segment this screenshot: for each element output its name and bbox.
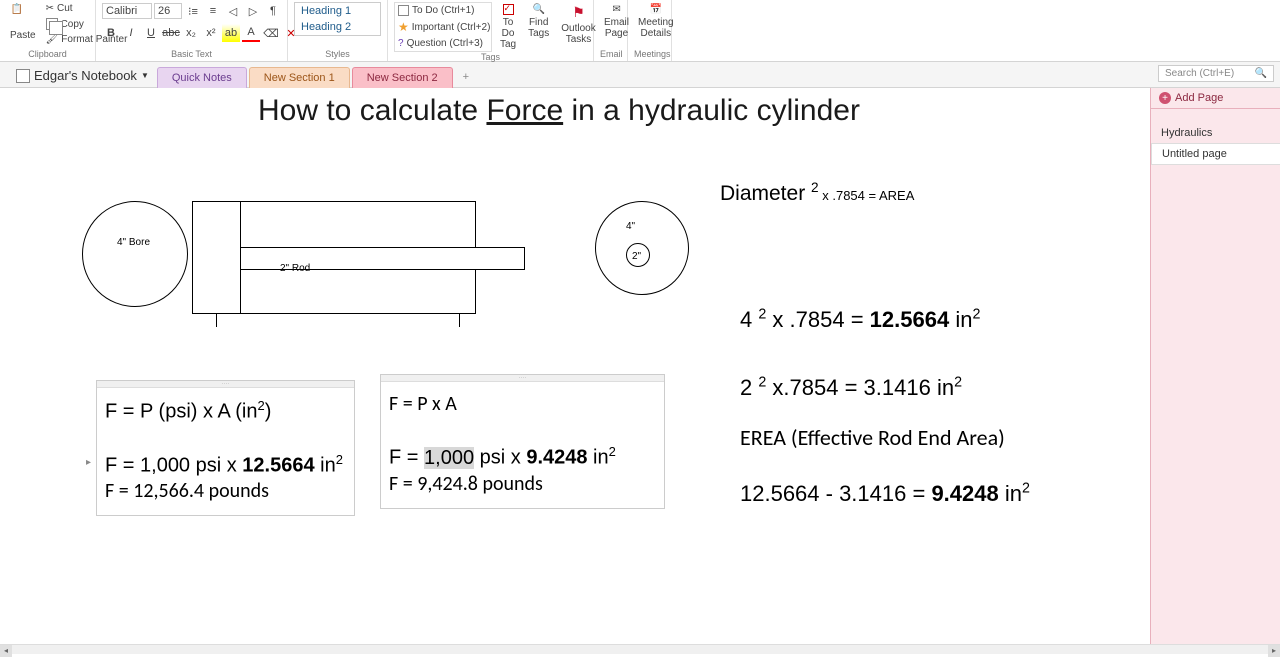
chevron-down-icon: ▼: [141, 71, 149, 80]
leg-1: [216, 314, 217, 327]
clear-format-button[interactable]: ⌫: [262, 24, 280, 42]
question-icon: ?: [398, 38, 404, 49]
add-section-button[interactable]: +: [455, 67, 477, 87]
bullet-indicator: ▸: [86, 457, 91, 468]
basictext-group-label: Basic Text: [102, 49, 281, 61]
font-size-selector[interactable]: 26: [154, 3, 182, 19]
indent-button[interactable]: ▷: [244, 2, 262, 20]
bore-label: 4" Bore: [117, 237, 150, 248]
styles-gallery[interactable]: Heading 1 Heading 2: [294, 2, 381, 36]
page-untitled[interactable]: Untitled page: [1151, 143, 1280, 165]
notebook-icon: [16, 69, 30, 83]
calc-area-4[interactable]: 4 2 x .7854 = 12.5664 in2: [740, 306, 980, 333]
page-hydraulics[interactable]: Hydraulics: [1151, 123, 1280, 143]
notebook-tabs-bar: Edgar's Notebook ▼ Quick Notes New Secti…: [0, 62, 1280, 88]
email-group-label: Email: [600, 49, 621, 61]
style-heading2[interactable]: Heading 2: [295, 19, 380, 35]
style-heading1[interactable]: Heading 1: [295, 3, 380, 19]
tab-quick-notes[interactable]: Quick Notes: [157, 67, 247, 88]
todo-icon: [503, 4, 514, 15]
tag-question[interactable]: ?Question (Ctrl+3): [396, 37, 490, 50]
bore-circle: [82, 201, 188, 307]
ring-inner-label: 2": [632, 251, 641, 262]
search-icon-2: 🔍: [1255, 68, 1267, 79]
ribbon: 📋 Paste ✂Cut Copy 🖌Format Painter Clipbo…: [0, 0, 1280, 62]
outdent-button[interactable]: ◁: [224, 2, 242, 20]
meetings-group-label: Meetings: [634, 49, 665, 61]
paste-label: Paste: [10, 30, 36, 41]
leg-2: [459, 314, 460, 327]
tag-todo[interactable]: To Do (Ctrl+1): [396, 4, 490, 17]
clipboard-group-label: Clipboard: [6, 49, 89, 61]
underline-button[interactable]: U: [142, 24, 160, 42]
scroll-right-button[interactable]: ▸: [1268, 645, 1280, 657]
scroll-left-button[interactable]: ◂: [0, 645, 12, 657]
add-page-button[interactable]: + Add Page: [1151, 88, 1280, 109]
horizontal-scrollbar[interactable]: ◂ ▸: [0, 644, 1280, 654]
box2-line3[interactable]: F = 9,424.8 pounds: [389, 472, 656, 496]
calendar-icon: 📅: [650, 4, 662, 15]
paste-icon: 📋: [11, 4, 35, 28]
piston-line: [240, 201, 241, 314]
find-tags-button[interactable]: 🔍Find Tags: [524, 2, 553, 41]
page-title[interactable]: How to calculate Force in a hydraulic cy…: [258, 94, 860, 128]
highlight-button[interactable]: ab: [222, 24, 240, 42]
bullets-button[interactable]: ⁝≡: [184, 2, 202, 20]
search-input[interactable]: Search (Ctrl+E) 🔍: [1158, 65, 1274, 82]
copy-icon: [46, 18, 58, 30]
box1-line2[interactable]: F = 1,000 psi x 12.5664 in2: [105, 452, 346, 478]
scissors-icon: ✂: [46, 3, 54, 14]
container-handle-1[interactable]: ····: [97, 381, 354, 388]
paragraph-button[interactable]: ¶: [264, 2, 282, 20]
search-icon: 🔍: [532, 4, 544, 15]
tab-new-section-2[interactable]: New Section 2: [352, 67, 453, 88]
todo-tag-button[interactable]: To Do Tag: [496, 2, 520, 52]
email-icon: ✉: [612, 4, 620, 15]
page-list-panel: + Add Page Hydraulics Untitled page: [1150, 88, 1280, 644]
box1-line3[interactable]: F = 12,566.4 pounds: [105, 479, 346, 503]
formula-fpa[interactable]: F = P (psi) x A (in2): [105, 398, 346, 424]
meeting-details-button[interactable]: 📅Meeting Details: [634, 2, 678, 41]
box2-line1[interactable]: F = P x A: [389, 392, 656, 416]
strike-button[interactable]: abc: [162, 24, 180, 42]
tab-new-section-1[interactable]: New Section 1: [249, 67, 350, 88]
ring-outer-label: 4": [626, 221, 635, 232]
italic-button[interactable]: I: [122, 24, 140, 42]
superscript-button[interactable]: x²: [202, 24, 220, 42]
page-canvas[interactable]: How to calculate Force in a hydraulic cy…: [0, 88, 1150, 644]
note-container-1[interactable]: ···· F = P (psi) x A (in2) F = 1,000 psi…: [96, 380, 355, 516]
rod-label: 2" Rod: [280, 263, 310, 274]
bold-button[interactable]: B: [102, 24, 120, 42]
styles-group-label: Styles: [294, 49, 381, 61]
calc-erea[interactable]: 12.5664 - 3.1416 = 9.4248 in2: [740, 480, 1030, 507]
paste-button[interactable]: 📋 Paste: [6, 2, 40, 43]
star-icon: ★: [398, 20, 409, 34]
flag-icon: ⚑: [572, 4, 585, 21]
notebook-selector[interactable]: Edgar's Notebook ▼: [8, 64, 157, 87]
note-container-2[interactable]: ···· F = P x A F = 1,000 psi x 9.4248 in…: [380, 374, 665, 509]
tag-important[interactable]: ★Important (Ctrl+2): [396, 19, 490, 35]
container-handle-2[interactable]: ····: [381, 375, 664, 382]
font-color-button[interactable]: A: [242, 24, 260, 42]
brush-icon: 🖌: [46, 34, 59, 45]
erea-label[interactable]: EREA (Effective Rod End Area): [740, 424, 1005, 451]
subscript-button[interactable]: x₂: [182, 24, 200, 42]
checkbox-icon: [398, 5, 409, 16]
font-name-selector[interactable]: Calibri: [102, 3, 152, 19]
diameter-formula[interactable]: Diameter 2 x .7854 = AREA: [720, 180, 914, 206]
plus-icon: +: [1159, 92, 1171, 104]
calc-area-2[interactable]: 2 2 x.7854 = 3.1416 in2: [740, 374, 962, 401]
numbering-button[interactable]: ≡: [204, 2, 222, 20]
box2-line2[interactable]: F = 1,000 psi x 9.4248 in2: [389, 444, 656, 470]
